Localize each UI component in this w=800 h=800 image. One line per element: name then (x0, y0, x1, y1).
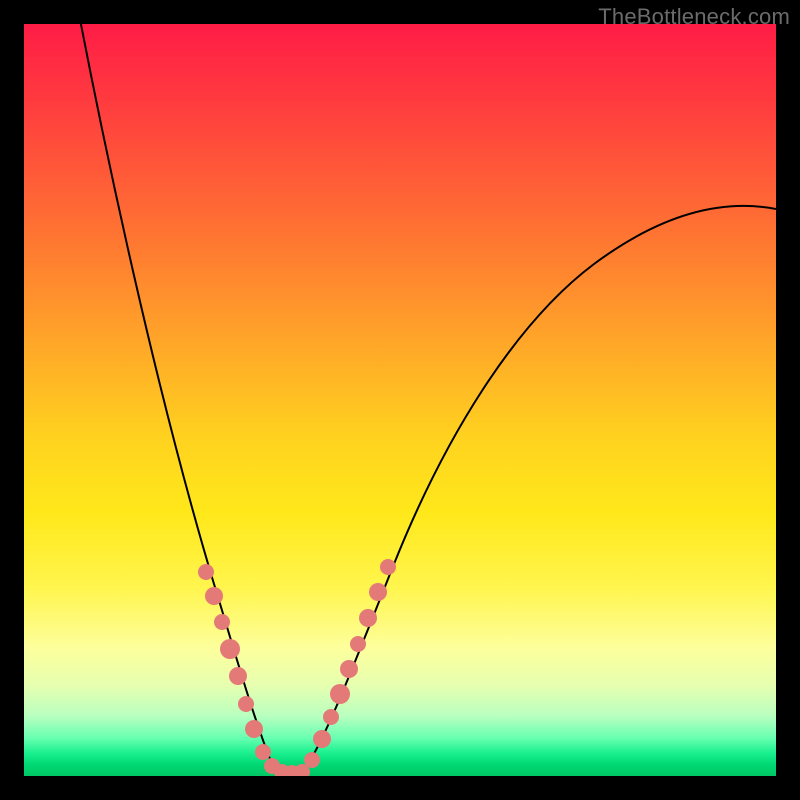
dot-icon (238, 696, 254, 712)
dot-icon (359, 609, 377, 627)
dot-icon (380, 559, 396, 575)
curve-right-branch (302, 206, 776, 773)
curve-left-branch (79, 24, 272, 764)
dot-icon (255, 744, 271, 760)
dot-icon (198, 564, 214, 580)
dot-icon (330, 684, 350, 704)
dot-icon (323, 709, 339, 725)
dot-icon (350, 636, 366, 652)
dot-icon (304, 752, 320, 768)
dot-icon (369, 583, 387, 601)
dot-icon (229, 667, 247, 685)
watermark-text: TheBottleneck.com (598, 4, 790, 30)
dot-icon (340, 660, 358, 678)
chart-frame (24, 24, 776, 776)
chart-svg (24, 24, 776, 776)
dot-icon (220, 639, 240, 659)
dot-icon (214, 614, 230, 630)
dot-icon (313, 730, 331, 748)
dot-icon (245, 720, 263, 738)
dot-icon (205, 587, 223, 605)
